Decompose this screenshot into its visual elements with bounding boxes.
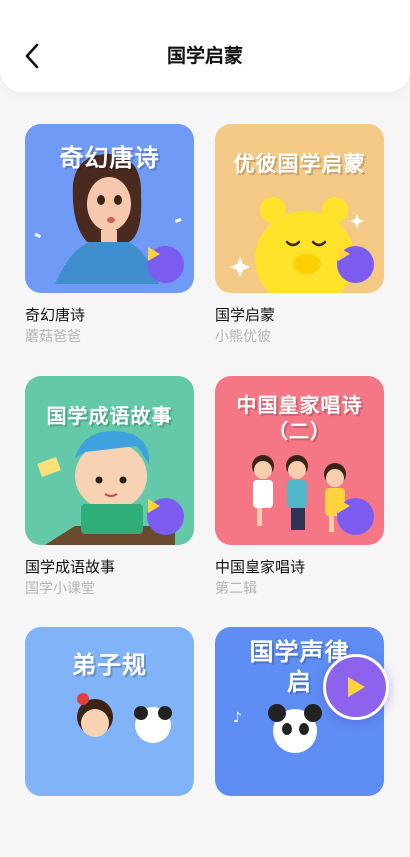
cover-title: 优彼国学启蒙 xyxy=(233,152,366,176)
play-button[interactable] xyxy=(337,498,374,535)
album-author: 第二辑 xyxy=(215,580,257,596)
top-bar: 国学启蒙 xyxy=(0,0,410,92)
album-card[interactable]: 中国皇家唱诗（二） 中国皇家唱诗 第二辑 xyxy=(215,376,384,606)
album-card[interactable]: 奇幻唐诗 奇幻唐诗 蘑菇爸爸 xyxy=(25,124,194,354)
cover-title: 奇幻唐诗 xyxy=(59,144,160,172)
album-cover: 奇幻唐诗 xyxy=(25,124,194,293)
page-title: 国学启蒙 xyxy=(166,45,243,67)
album-cover: 国学成语故事 xyxy=(25,376,194,545)
play-button[interactable] xyxy=(337,246,374,283)
floating-player-button[interactable] xyxy=(323,654,389,720)
album-name: 国学成语故事 xyxy=(25,559,116,576)
cover-title: 中国皇家唱诗（二） xyxy=(236,393,363,443)
play-button[interactable] xyxy=(147,246,184,283)
album-author: 蘑菇爸爸 xyxy=(25,328,81,344)
album-cover: 中国皇家唱诗（二） xyxy=(215,376,384,545)
play-icon xyxy=(338,499,350,513)
album-name: 国学启蒙 xyxy=(215,307,276,324)
play-button[interactable] xyxy=(147,498,184,535)
cover-title: 弟子规 xyxy=(72,651,147,679)
svg-text:♪: ♪ xyxy=(233,710,242,726)
play-icon xyxy=(148,247,160,261)
album-name: 中国皇家唱诗 xyxy=(215,559,306,576)
album-card[interactable]: 优彼国学启蒙 国学启蒙 小熊优彼 xyxy=(215,124,384,354)
album-name: 奇幻唐诗 xyxy=(25,307,86,324)
album-cover: 弟子规 xyxy=(25,627,194,796)
album-author: 国学小课堂 xyxy=(25,580,95,596)
cover-title: 国学成语故事 xyxy=(46,404,173,428)
album-card[interactable]: 国学成语故事 国学成语故事 国学小课堂 xyxy=(25,376,194,606)
album-card[interactable]: 弟子规 xyxy=(25,627,194,857)
album-author: 小熊优彼 xyxy=(215,328,271,344)
play-icon xyxy=(338,247,350,261)
play-icon xyxy=(148,499,160,513)
album-cover: 优彼国学启蒙 xyxy=(215,124,384,293)
play-icon xyxy=(348,677,365,697)
